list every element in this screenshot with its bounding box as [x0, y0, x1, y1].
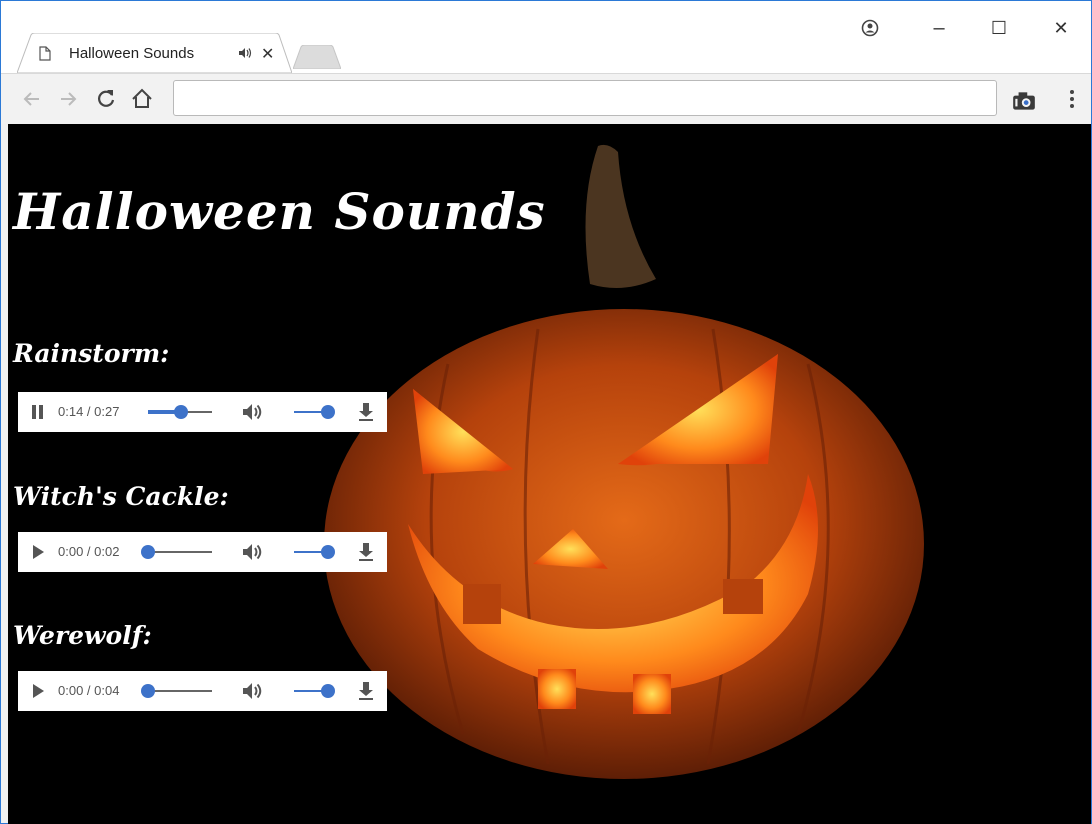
- page-heading: Halloween Sounds: [13, 182, 546, 241]
- seek-bar[interactable]: [141, 545, 212, 559]
- witchs-cackle-label: Witch's Cackle:: [13, 482, 229, 511]
- download-icon[interactable]: [358, 402, 374, 422]
- web-page-content: Halloween Sounds Rainstorm: 0:14 / 0:27: [8, 124, 1091, 824]
- tab-title: Halloween Sounds: [69, 45, 195, 62]
- page-icon: [39, 46, 51, 61]
- seek-bar[interactable]: [141, 684, 212, 698]
- seek-thumb[interactable]: [141, 545, 155, 559]
- time-display: 0:00 / 0:04: [58, 683, 120, 698]
- forward-icon[interactable]: [55, 86, 81, 112]
- tab-halloween-sounds[interactable]: Halloween Sounds ✕: [17, 33, 292, 73]
- tab-audio-icon[interactable]: [238, 47, 252, 59]
- browser-window: Halloween Sounds ✕ – ☐ ✕ Halloween Sound…: [0, 0, 1092, 824]
- rainstorm-label: Rainstorm:: [13, 339, 170, 368]
- witchs-cackle-audio-player[interactable]: 0:00 / 0:02: [18, 532, 387, 572]
- menu-icon[interactable]: [1059, 86, 1085, 112]
- seek-bar[interactable]: [148, 405, 212, 419]
- time-display: 0:14 / 0:27: [58, 404, 120, 419]
- play-icon[interactable]: [31, 683, 45, 699]
- volume-thumb[interactable]: [321, 684, 335, 698]
- seek-thumb[interactable]: [174, 405, 189, 419]
- minimize-button[interactable]: –: [919, 13, 959, 43]
- address-bar[interactable]: [173, 80, 997, 116]
- werewolf-label: Werewolf:: [13, 621, 152, 650]
- pause-icon[interactable]: [31, 404, 45, 420]
- volume-slider[interactable]: [294, 545, 335, 559]
- volume-icon[interactable]: [242, 682, 264, 700]
- seek-thumb[interactable]: [141, 684, 155, 698]
- volume-icon[interactable]: [242, 403, 264, 421]
- play-icon[interactable]: [31, 544, 45, 560]
- tab-close-icon[interactable]: ✕: [261, 44, 274, 64]
- download-icon[interactable]: [358, 542, 374, 562]
- volume-thumb[interactable]: [321, 545, 335, 559]
- volume-thumb[interactable]: [321, 405, 335, 419]
- volume-slider[interactable]: [294, 405, 335, 419]
- browser-toolbar: [1, 73, 1091, 124]
- close-window-button[interactable]: ✕: [1041, 13, 1081, 43]
- account-icon[interactable]: [861, 19, 879, 49]
- time-display: 0:00 / 0:02: [58, 544, 120, 559]
- rainstorm-audio-player[interactable]: 0:14 / 0:27: [18, 392, 387, 432]
- tab-strip: Halloween Sounds ✕ – ☐ ✕: [1, 1, 1091, 73]
- volume-icon[interactable]: [242, 543, 264, 561]
- reload-icon[interactable]: [93, 86, 119, 112]
- back-icon[interactable]: [19, 86, 45, 112]
- werewolf-audio-player[interactable]: 0:00 / 0:04: [18, 671, 387, 711]
- maximize-button[interactable]: ☐: [979, 13, 1019, 43]
- home-icon[interactable]: [129, 86, 155, 112]
- download-icon[interactable]: [358, 681, 374, 701]
- screenshot-extension-icon[interactable]: [1011, 88, 1037, 114]
- volume-slider[interactable]: [294, 684, 335, 698]
- new-tab-button[interactable]: [293, 45, 341, 69]
